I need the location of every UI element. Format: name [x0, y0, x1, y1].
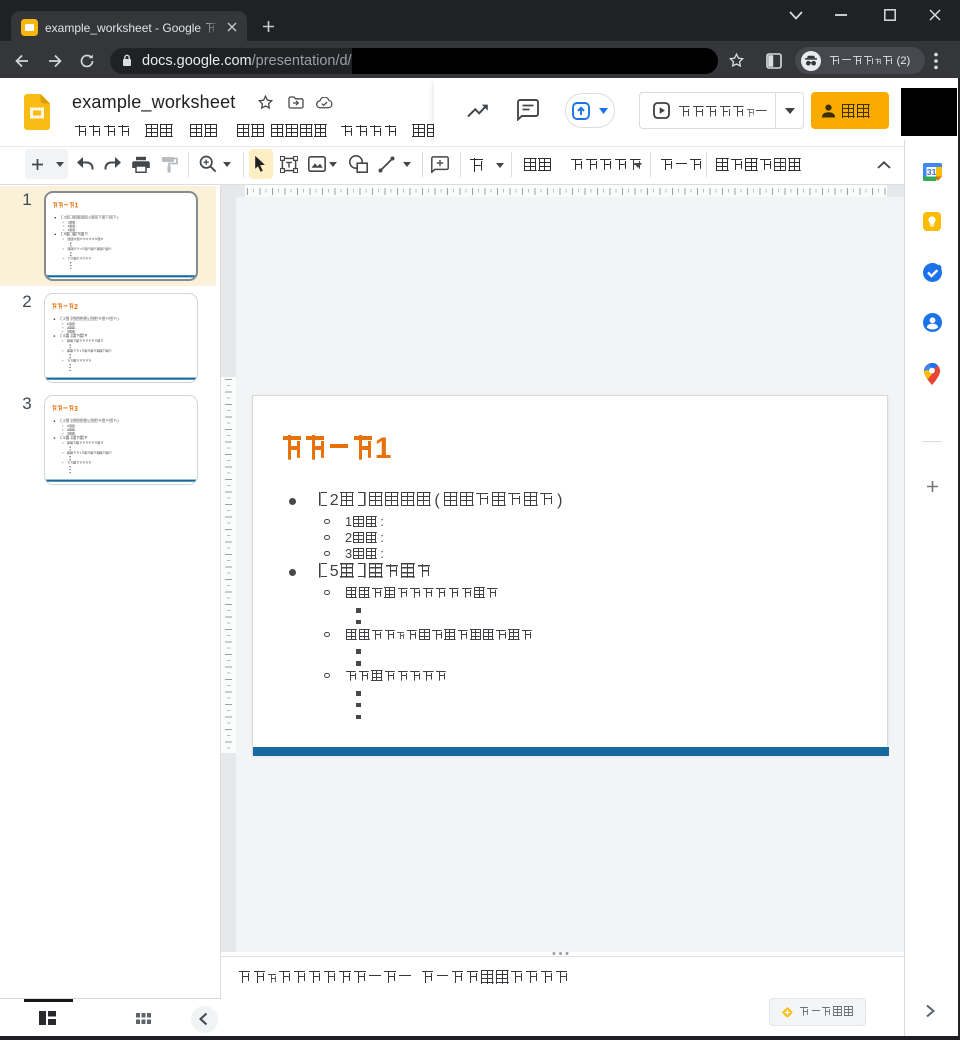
svg-text:31: 31	[926, 167, 936, 177]
